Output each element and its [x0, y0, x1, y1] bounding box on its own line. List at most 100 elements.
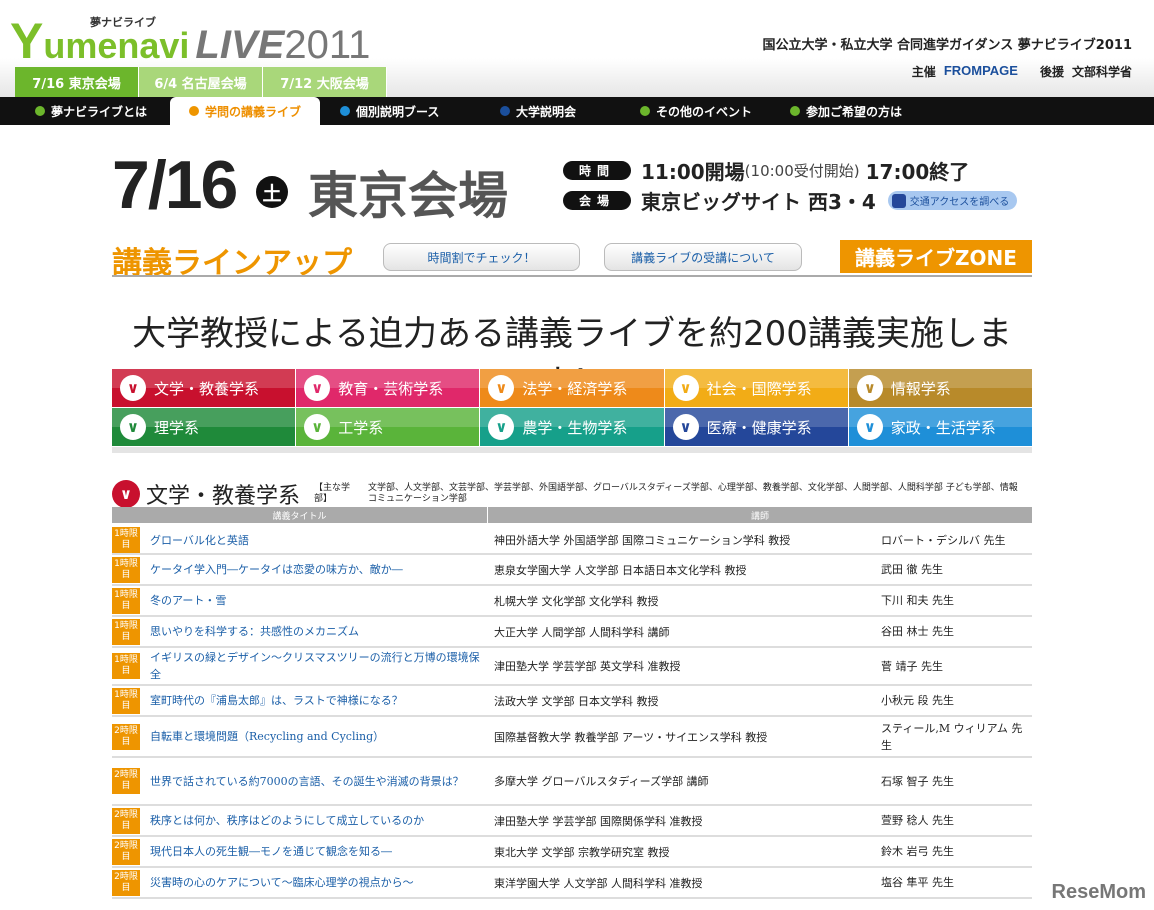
divider: [112, 275, 1032, 277]
category-button[interactable]: ∨ 理学系: [112, 408, 296, 446]
nav-item[interactable]: その他のイベント: [640, 97, 780, 125]
chevron-down-icon: ∨: [304, 375, 331, 401]
event-day-of-week: 土: [256, 176, 288, 208]
period-badge: 1時限目: [112, 556, 140, 583]
period-badge: 1時限目: [112, 587, 140, 614]
category-button[interactable]: ∨ 法学・経済学系: [480, 369, 664, 407]
lecture-table: 1時限目 グローバル化と英語 神田外語大学 外国語学部 国際コミュニケーション学…: [112, 527, 1032, 899]
lecturer-affiliation: 恵泉女学園大学 人文学部 日本語日本文化学科 教授: [494, 563, 747, 577]
category-label: 理学系: [154, 418, 200, 437]
lecturer-affiliation: 札幌大学 文化学部 文化学科 教授: [494, 594, 659, 608]
period-badge: 1時限目: [112, 653, 140, 679]
category-button[interactable]: ∨ 医療・健康学系: [664, 408, 849, 446]
category-label: 社会・国際学系: [706, 379, 812, 398]
nav-item[interactable]: 学問の講義ライブ: [170, 97, 320, 125]
col-lecturer: 講師: [750, 511, 769, 522]
time-open: 11:00開場: [641, 160, 745, 184]
venue-tab-osaka[interactable]: 7/12 大阪会場: [263, 67, 387, 97]
chevron-down-icon: ∨: [856, 414, 883, 440]
lecturer-name: ロバート・デシルバ 先生: [881, 533, 1006, 547]
lecturer-name: 下川 和夫 先生: [881, 594, 954, 607]
host-frompage[interactable]: FROMPAGE: [944, 63, 1018, 80]
time-reception: (10:00受付開始): [744, 162, 860, 180]
lecturer-affiliation: 東洋学園大学 人文学部 人間科学科 准教授: [494, 876, 703, 890]
about-lecture-button[interactable]: 講義ライブの受講について: [604, 243, 802, 271]
access-label: 交通アクセスを調べる: [909, 197, 1010, 208]
category-label: 家政・生活学系: [890, 418, 996, 437]
lecturer-affiliation: 津田塾大学 学芸学部 国際関係学科 准教授: [494, 814, 703, 828]
table-header: 講義タイトル 講師: [112, 507, 1032, 523]
place-name: 東京ビッグサイト 西3・4: [641, 190, 876, 214]
nav-item-label: 学問の講義ライブ: [204, 104, 301, 119]
logo-kana: 夢ナビライブ: [90, 16, 156, 29]
venue-tab-tokyo[interactable]: 7/16 東京会場: [15, 67, 139, 97]
main-faculties-label: 【主な学部】: [314, 483, 351, 504]
category-button[interactable]: ∨ 工学系: [296, 408, 480, 446]
main-nav: 夢ナビライブとは 学問の講義ライブ 個別説明ブース 大学説明会 その他のイベント 参加ご希…: [0, 97, 1154, 125]
table-row: 1時限目 冬のアート・雪 札幌大学 文化学部 文化学科 教授 下川 和夫 先生: [112, 586, 1032, 617]
lecture-title-link[interactable]: 自転車と環境問題（Recycling and Cycling）: [140, 728, 488, 745]
chevron-down-icon: ∨: [120, 375, 146, 401]
chevron-down-icon: ∨: [488, 375, 515, 401]
category-button[interactable]: ∨ 社会・国際学系: [664, 369, 849, 407]
venue-tab-nagoya[interactable]: 6/4 名古屋会場: [139, 67, 263, 97]
category-grid: ∨ 文学・教養学系 ∨ 教育・芸術学系 ∨ 法学・経済学系 ∨ 社会・国際学系 ∨ 情報学系 ∨ 理学…: [112, 369, 1033, 446]
lecturer-name: 小秋元 段 先生: [881, 694, 954, 707]
table-row: 1時限目 室町時代の『浦島太郎』は、ラストで神様になる？ 法政大学 文学部 日本…: [112, 686, 1032, 717]
nav-item[interactable]: 参加ご希望の方は: [790, 97, 930, 125]
lecturer-affiliation: 神田外語大学 外国語学部 国際コミュニケーション学科 教授: [494, 534, 791, 547]
yumenavi-logo[interactable]: 夢ナビライブ Y umenavi LIVE 2011: [10, 6, 370, 66]
chevron-down-icon: ∨: [672, 375, 699, 401]
table-row: 2時限目 秩序とは何か、秩序はどのようにして成立しているのか 津田塾大学 学芸学…: [112, 806, 1032, 837]
category-label: 情報学系: [890, 379, 951, 398]
lecturer-name: 塩谷 隼平 先生: [881, 876, 954, 889]
lecture-title-link[interactable]: 現代日本人の死生観―モノを通じて観念を知る―: [140, 843, 488, 860]
nav-item-label: 個別説明ブース: [356, 104, 440, 119]
nav-item[interactable]: 個別説明ブース: [340, 97, 470, 125]
header-title: 国公立大学・私立大学 合同進学ガイダンス 夢ナビライブ2011: [762, 38, 1132, 53]
period-badge: 1時限目: [112, 687, 140, 714]
lecture-title-link[interactable]: イギリスの緑とデザイン～クリスマスツリーの流行と万博の環境保全: [140, 649, 488, 683]
period-badge: 2時限目: [112, 838, 140, 865]
nav-item[interactable]: 夢ナビライブとは: [35, 97, 185, 125]
category-button[interactable]: ∨ 農学・生物学系: [480, 408, 664, 446]
lecture-title-link[interactable]: 秩序とは何か、秩序はどのようにして成立しているのか: [140, 812, 488, 829]
lecturer-name: 谷田 林士 先生: [881, 625, 954, 638]
table-row: 2時限目 世界で話されている約7000の言語、その誕生や消滅の背景は？ 多摩大学…: [112, 758, 1032, 806]
lecture-zone-button[interactable]: 講義ライブZONE: [840, 240, 1032, 273]
lecture-title-link[interactable]: 世界で話されている約7000の言語、その誕生や消滅の背景は？: [140, 773, 488, 790]
lecture-title-link[interactable]: 室町時代の『浦島太郎』は、ラストで神様になる？: [140, 692, 488, 709]
site-header: 夢ナビライブ Y umenavi LIVE 2011 7/16 東京会場 6/4…: [0, 0, 1154, 97]
lecture-title-link[interactable]: 災害時の心のケアについて～臨床心理学の視点から～: [140, 874, 488, 891]
lecture-title-link[interactable]: 冬のアート・雪: [140, 592, 488, 609]
section-title: 文学・教養学系: [146, 484, 301, 509]
time-label: 時間: [563, 161, 631, 180]
nav-item-label: 参加ご希望の方は: [806, 104, 903, 119]
nav-item[interactable]: 大学説明会: [500, 97, 620, 125]
category-button[interactable]: ∨ 教育・芸術学系: [296, 369, 480, 407]
table-row: 2時限目 現代日本人の死生観―モノを通じて観念を知る― 東北大学 文学部 宗教学…: [112, 837, 1032, 868]
lecturer-name: 菅 靖子 先生: [881, 659, 943, 673]
schedule-button[interactable]: 時間割でチェック！: [383, 243, 580, 271]
access-button[interactable]: 交通アクセスを調べる: [887, 191, 1018, 210]
lecture-title-link[interactable]: グローバル化と英語: [140, 532, 488, 549]
nav-item-label: 大学説明会: [516, 104, 577, 119]
table-row: 1時限目 ケータイ学入門―ケータイは恋愛の味方か、敵か― 恵泉女学園大学 人文学…: [112, 555, 1032, 586]
support-label: 後援: [1039, 65, 1064, 79]
place-label: 会場: [563, 191, 631, 210]
table-row: 2時限目 災害時の心のケアについて～臨床心理学の視点から～ 東洋学園大学 人文学…: [112, 868, 1032, 899]
period-badge: 1時限目: [112, 618, 140, 645]
period-badge: 2時限目: [112, 807, 140, 834]
bullet-icon: [500, 106, 510, 116]
nav-item-label: 夢ナビライブとは: [51, 104, 148, 119]
bullet-icon: [188, 106, 199, 116]
lecture-title-link[interactable]: 思いやりを科学する：共感性のメカニズム: [140, 623, 488, 640]
category-button[interactable]: ∨ 文学・教養学系: [112, 369, 296, 407]
venue-tabs: 7/16 東京会場 6/4 名古屋会場 7/12 大阪会場: [15, 67, 387, 97]
category-button[interactable]: ∨ 情報学系: [848, 369, 1033, 407]
lecturer-name: 武田 徹 先生: [881, 563, 943, 576]
category-button[interactable]: ∨ 家政・生活学系: [848, 408, 1033, 446]
lecture-title-link[interactable]: ケータイ学入門―ケータイは恋愛の味方か、敵か―: [140, 561, 488, 578]
nav-item-label: その他のイベント: [656, 104, 753, 119]
event-place: 会場 東京ビッグサイト 西3・4 交通アクセスを調べる: [563, 186, 1018, 215]
